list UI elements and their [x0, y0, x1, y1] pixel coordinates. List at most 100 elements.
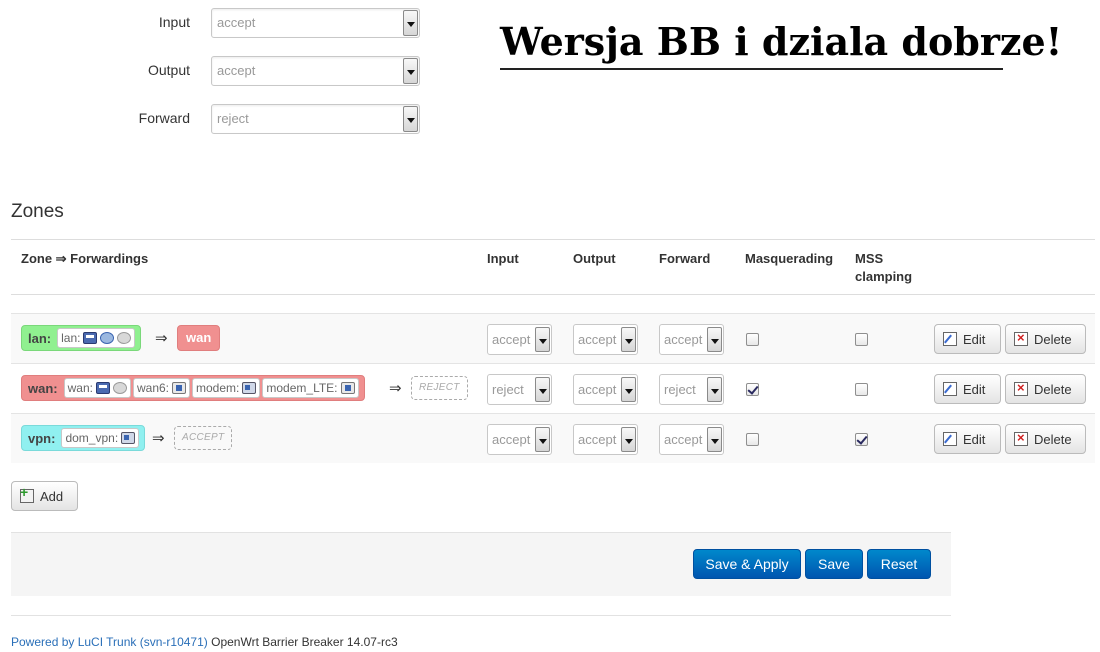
forward-policy-select[interactable]: reject [211, 104, 420, 134]
masquerading-checkbox[interactable] [746, 433, 759, 446]
select-value: accept [578, 382, 617, 397]
header-mss-clamping: MSS clamping [855, 251, 913, 284]
network-label: lan: [61, 331, 81, 345]
forward-arrow: ⇒ [152, 430, 165, 447]
input-policy-value: accept [217, 15, 256, 30]
network-label: dom_vpn: [65, 431, 119, 445]
chevron-down-icon[interactable] [621, 427, 636, 452]
zone-badge-wan: wan: wan: wan6: modem: modem_LTE: [21, 375, 365, 401]
network-dom-vpn: dom_vpn: [61, 428, 140, 448]
footer-credits: Powered by LuCI Trunk (svn-r10471) OpenW… [11, 635, 398, 649]
zone-forward-select[interactable]: accept [659, 424, 724, 455]
forward-policy-label: Forward [138, 110, 190, 126]
zone-badge-lan: lan: lan: [21, 325, 142, 351]
ethernet-icon [83, 332, 98, 344]
zone-output-select[interactable]: accept [573, 374, 638, 405]
forward-arrow: ⇒ [389, 380, 402, 397]
input-policy-select[interactable]: accept [211, 8, 420, 38]
save-button[interactable]: Save [805, 549, 863, 579]
delete-icon [1014, 330, 1028, 346]
network-label: wan: [67, 381, 93, 395]
zone-forward-select[interactable]: reject [659, 374, 724, 405]
delete-button[interactable]: Delete [1005, 424, 1086, 454]
zone-output-select[interactable]: accept [573, 424, 638, 455]
mss-clamping-checkbox[interactable] [855, 433, 868, 446]
vpn-icon [121, 432, 136, 444]
chevron-down-icon[interactable] [403, 10, 418, 36]
zone-badge-vpn: vpn: dom_vpn: [21, 425, 146, 451]
mss-clamping-checkbox[interactable] [855, 333, 868, 346]
edit-icon [943, 382, 957, 396]
add-icon [20, 484, 34, 503]
zone-row-lan: lan: lan: ⇒ wan accept accept accept Edi… [11, 313, 1095, 363]
select-value: accept [664, 332, 703, 347]
header-input: Input [487, 251, 519, 266]
forward-policy-value: reject [217, 111, 249, 126]
select-value: accept [492, 332, 531, 347]
delete-label: Delete [1034, 431, 1072, 447]
zone-output-select[interactable]: accept [573, 324, 638, 355]
chevron-down-icon[interactable] [707, 327, 722, 352]
wifi-disabled-icon [112, 382, 127, 394]
chevron-down-icon[interactable] [535, 427, 550, 452]
chevron-down-icon[interactable] [621, 327, 636, 352]
edit-button[interactable]: Edit [934, 374, 1001, 404]
chevron-down-icon[interactable] [403, 58, 418, 84]
wifi-disabled-icon [117, 332, 132, 344]
edit-button[interactable]: Edit [934, 324, 1001, 354]
chevron-down-icon[interactable] [535, 327, 550, 352]
delete-button[interactable]: Delete [1005, 324, 1086, 354]
network-wan: wan: [63, 378, 131, 398]
add-zone-button[interactable]: Add [11, 481, 78, 511]
edit-label: Edit [963, 331, 986, 347]
edit-label: Edit [963, 431, 986, 447]
delete-icon [1014, 430, 1028, 446]
zone-input-select[interactable]: accept [487, 424, 552, 455]
zones-table-header: Zone ⇒ Forwardings Input Output Forward … [11, 239, 1095, 295]
header-zone: Zone ⇒ Forwardings [21, 251, 149, 266]
select-value: accept [578, 332, 617, 347]
zones-title: Zones [11, 201, 64, 222]
delete-button[interactable]: Delete [1005, 374, 1086, 404]
firmware-version: OpenWrt Barrier Breaker 14.07-rc3 [211, 635, 398, 649]
save-apply-button[interactable]: Save & Apply [693, 549, 801, 579]
zone-forward-select[interactable]: accept [659, 324, 724, 355]
wifi-icon [100, 332, 115, 344]
select-value: reject [664, 382, 696, 397]
header-output: Output [573, 251, 616, 266]
edit-button[interactable]: Edit [934, 424, 1001, 454]
chevron-down-icon[interactable] [403, 106, 418, 132]
tunnel-icon [340, 382, 355, 394]
banner-text: Wersja BB i dziala dobrze! [500, 16, 1062, 70]
select-value: accept [664, 432, 703, 447]
tunnel-icon [172, 382, 187, 394]
select-value: accept [578, 432, 617, 447]
chevron-down-icon[interactable] [535, 377, 550, 402]
chevron-down-icon[interactable] [707, 377, 722, 402]
zone-row-wan: wan: wan: wan6: modem: modem_LTE: ⇒ REJE… [11, 363, 1095, 413]
reset-button[interactable]: Reset [867, 549, 931, 579]
luci-link[interactable]: Powered by LuCI Trunk (svn-r10471) [11, 635, 208, 649]
network-label: modem: [196, 381, 240, 395]
zone-input-select[interactable]: accept [487, 324, 552, 355]
output-policy-label: Output [147, 62, 190, 78]
chevron-down-icon[interactable] [707, 427, 722, 452]
masquerading-checkbox[interactable] [746, 383, 759, 396]
delete-icon [1014, 380, 1028, 396]
delete-label: Delete [1034, 381, 1072, 397]
header-masquerading: Masquerading [745, 251, 834, 266]
ethernet-icon [95, 382, 110, 394]
forward-target-wan: wan [177, 325, 221, 351]
delete-label: Delete [1034, 331, 1072, 347]
mss-clamping-checkbox[interactable] [855, 383, 868, 396]
forward-arrow: ⇒ [155, 330, 168, 347]
network-label: wan6: [136, 381, 170, 395]
network-modem: modem: [192, 378, 261, 398]
input-policy-label: Input [158, 14, 190, 30]
edit-icon [943, 332, 957, 346]
zone-input-select[interactable]: reject [487, 374, 552, 405]
network-wan6: wan6: [132, 378, 191, 398]
output-policy-select[interactable]: accept [211, 56, 420, 86]
masquerading-checkbox[interactable] [746, 333, 759, 346]
chevron-down-icon[interactable] [621, 377, 636, 402]
